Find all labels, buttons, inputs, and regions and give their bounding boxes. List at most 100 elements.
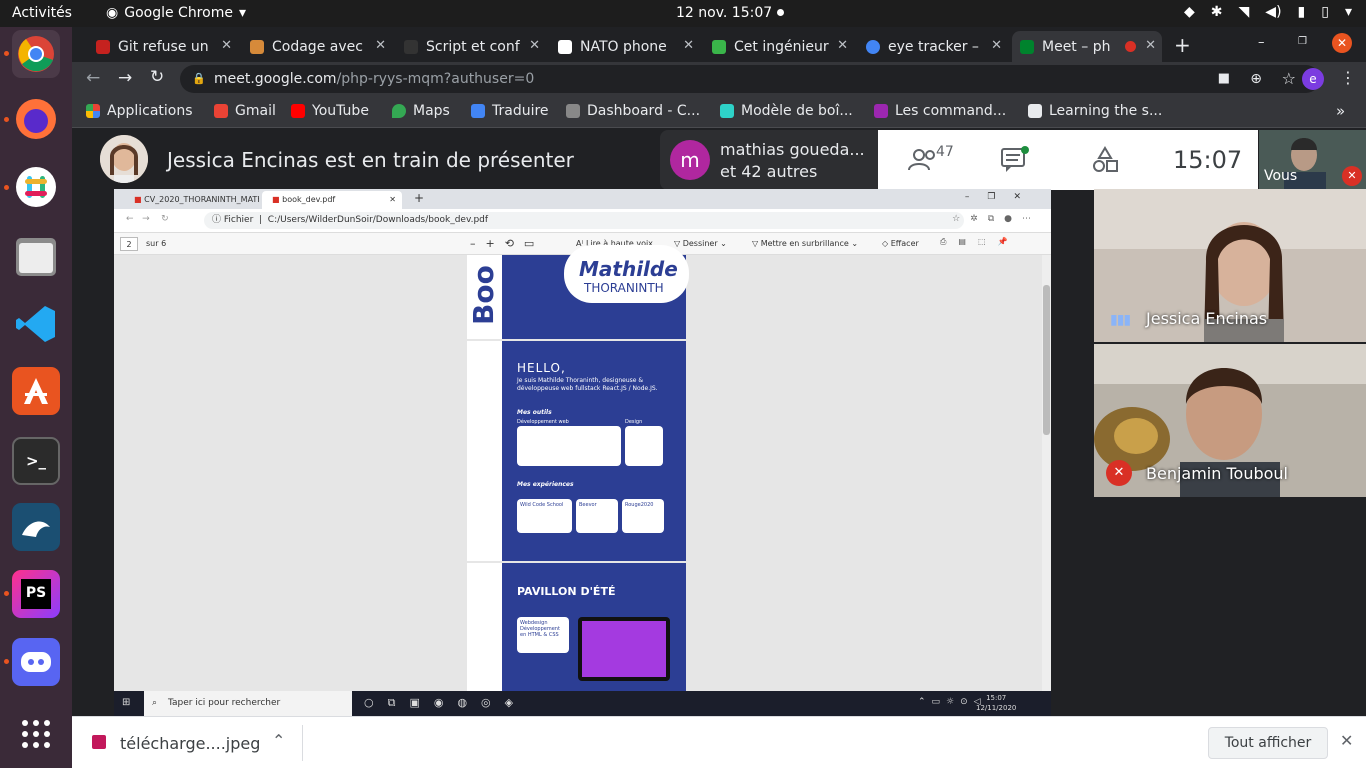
menu-kebab-icon[interactable]: ⋮ (1340, 68, 1356, 87)
mic-muted-icon: ✕ (1106, 460, 1132, 486)
close-window-button[interactable]: ✕ (1332, 33, 1352, 53)
gmail-icon (214, 104, 228, 118)
self-view-tile[interactable]: Vous ✕ (1259, 130, 1366, 190)
participant-avatar: m (670, 140, 710, 180)
close-tab-icon[interactable]: ✕ (375, 38, 386, 53)
reload-icon[interactable]: ↻ (150, 67, 164, 87)
webdesign-card: Webdesign Développement en HTML & CSS (517, 617, 569, 653)
speaking-indicator-icon: ▮▮▮ (1110, 312, 1131, 328)
terminal-dock-icon[interactable]: >_ (12, 437, 60, 485)
cube-icon (566, 104, 580, 118)
bookmark-youtube[interactable]: YouTube (291, 103, 369, 119)
caret-down-icon: ▾ (238, 5, 246, 21)
show-all-button[interactable]: Tout afficher (1208, 727, 1328, 759)
camera-indicator-icon[interactable]: ■ (1218, 65, 1230, 93)
chevron-up-icon[interactable]: ⌃ (272, 731, 285, 750)
h-icon (874, 104, 888, 118)
tab-strip: Git refuse un ✕ Codage avec ✕ Script et co… (72, 27, 1366, 62)
tile-jessica[interactable]: ▮▮▮ Jessica Encinas (1094, 189, 1366, 342)
shared-nav-icons: ← → ↻ (126, 214, 169, 224)
browser-toolbar: ← → ↻ 🔒 meet.google.com/php-ryys-mqm?aut… (72, 62, 1366, 96)
people-count: 47 (936, 144, 954, 160)
close-tab-icon[interactable]: ✕ (529, 38, 540, 53)
zoom-icon[interactable]: ⊕ (1250, 65, 1262, 93)
files-dock-icon[interactable] (12, 232, 60, 280)
battery-icon: ▯ (1321, 4, 1329, 20)
forward-arrow-icon[interactable]: → (118, 68, 132, 88)
exp-card-2: Beevor (576, 499, 618, 533)
bookmark-dashboard[interactable]: Dashboard - C... (566, 103, 700, 119)
restore-button[interactable]: ❐ (1298, 36, 1307, 47)
highlight-button: ▽ Mettre en surbrillance ⌄ (752, 239, 859, 248)
meet-stage: Jessica Encinas est en train de présente… (72, 128, 1366, 716)
chrome-dock-icon[interactable] (12, 30, 60, 78)
participant-chip[interactable]: m mathias goueda... et 42 autres (660, 130, 878, 190)
close-downloads-icon[interactable]: ✕ (1340, 731, 1353, 750)
people-icon[interactable] (908, 148, 938, 172)
system-tray[interactable]: ◆ ✱ ◥ ◀) ▮ ▯ ▾ (1184, 4, 1352, 20)
tab-eye-tracker[interactable]: eye tracker – ✕ (858, 31, 1008, 62)
tab-codage[interactable]: Codage avec ✕ (242, 31, 392, 62)
zoom-controls: –+⟲▭ (470, 237, 545, 250)
firefox-dock-icon[interactable] (12, 95, 60, 143)
hello-panel: HELLO, Je suis Mathilde Thoraninth, desi… (502, 341, 686, 561)
show-applications-icon[interactable] (12, 710, 60, 758)
bookmark-gmail[interactable]: Gmail (214, 103, 276, 119)
pdf-action-icons: ⎙▤⬚📌 (940, 237, 1020, 246)
tab-git[interactable]: Git refuse un ✕ (88, 31, 238, 62)
system-top-bar: Activités ◉ Google Chrome ▾ 12 nov. 15:07 … (0, 0, 1366, 27)
dev-tools-card (517, 426, 621, 466)
minimize-button[interactable]: – (1258, 35, 1265, 50)
clock[interactable]: 12 nov. 15:07 (676, 5, 772, 21)
bookmark-commandes[interactable]: Les command... (874, 103, 1006, 119)
close-tab-icon[interactable]: ✕ (991, 38, 1002, 53)
mysql-workbench-icon[interactable] (12, 503, 60, 551)
new-tab-button[interactable]: + (1174, 33, 1191, 57)
bookmark-applications[interactable]: Applications (86, 103, 193, 119)
translate-icon (471, 104, 485, 118)
back-arrow-icon[interactable]: ← (86, 68, 100, 88)
profile-avatar[interactable]: e (1302, 68, 1324, 90)
bookmark-traduire[interactable]: Traduire (471, 103, 549, 119)
tab-meet[interactable]: Meet – ph ✕ (1012, 31, 1162, 62)
app-menu[interactable]: ◉ Google Chrome ▾ (106, 5, 246, 21)
tab-favicon-icon (96, 39, 110, 54)
bookmark-maps[interactable]: Maps (392, 103, 450, 119)
bookmark-modele[interactable]: Modèle de boî... (720, 103, 853, 119)
slack-dock-icon[interactable] (12, 163, 60, 211)
tab-favicon-icon (250, 39, 264, 54)
vscode-dock-icon[interactable] (12, 300, 60, 348)
download-item[interactable]: télécharge....jpeg (120, 734, 260, 753)
software-center-icon[interactable] (12, 367, 60, 415)
activities-shapes-icon[interactable] (1091, 146, 1119, 174)
bookmark-learning[interactable]: Learning the s... (1028, 103, 1162, 119)
discord-dock-icon[interactable] (12, 638, 60, 686)
more-bookmarks-icon[interactable]: » (1336, 102, 1345, 120)
tile-benjamin[interactable]: ✕ Benjamin Touboul (1094, 344, 1366, 497)
tab-favicon-icon (1020, 39, 1034, 54)
tab-ingenieur[interactable]: Cet ingénieur ✕ (704, 31, 854, 62)
downloads-bar: télécharge....jpeg ⌃ Tout afficher ✕ (72, 716, 1366, 768)
close-tab-icon[interactable]: ✕ (683, 38, 694, 53)
wifi-icon: ◥ (1238, 4, 1250, 20)
shared-address-bar: ← → ↻ ⓘ Fichier | C:/Users/WilderDunSoir… (114, 209, 1051, 233)
address-bar[interactable]: 🔒 meet.google.com/php-ryys-mqm?authuser=… (180, 65, 1320, 93)
phpstorm-dock-icon[interactable]: PS (12, 570, 60, 618)
pdf-scrollbar (1042, 255, 1051, 691)
draw-button: ▽ Dessiner ⌄ (674, 239, 727, 248)
shared-screen: ■ CV_2020_THORANINTH_MATHI ■ book_dev.pd… (114, 189, 1051, 716)
windows-start-icon: ⊞ (122, 697, 131, 708)
running-indicator (4, 117, 9, 122)
activities-button[interactable]: Activités (12, 5, 72, 21)
bookmark-star-icon[interactable]: ☆ (1282, 65, 1296, 93)
close-tab-icon[interactable]: ✕ (221, 38, 232, 53)
close-tab-icon[interactable]: ✕ (837, 38, 848, 53)
recording-icon (1125, 41, 1136, 52)
discord-tray-icon: ◆ (1184, 4, 1195, 20)
running-indicator (4, 185, 9, 190)
chat-icon[interactable] (1000, 146, 1030, 174)
close-tab-icon[interactable]: ✕ (1145, 38, 1156, 53)
boo-heading: Boo (467, 265, 500, 325)
tab-nato[interactable]: NATO phone ✕ (550, 31, 700, 62)
tab-script[interactable]: Script et conf ✕ (396, 31, 546, 62)
